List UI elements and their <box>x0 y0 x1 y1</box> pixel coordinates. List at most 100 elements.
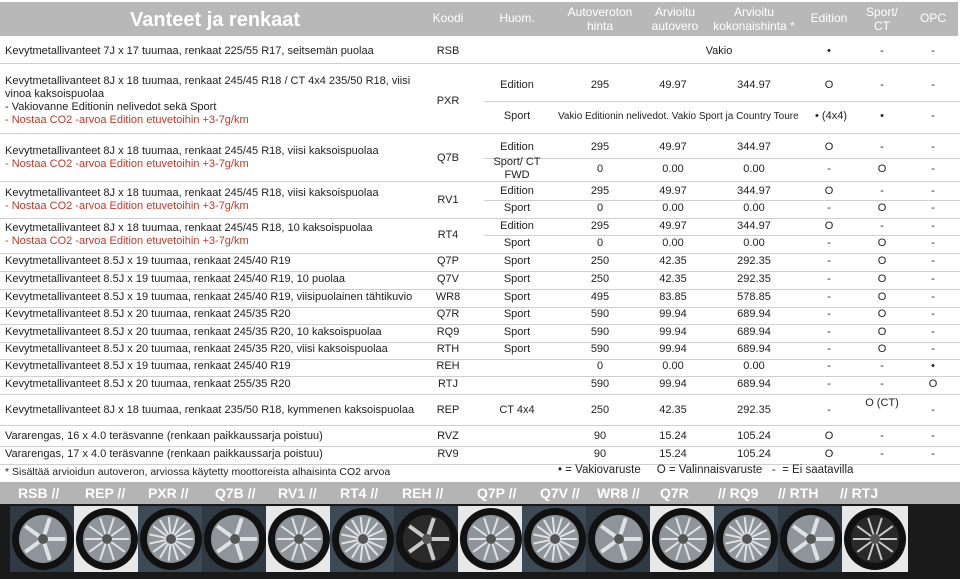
row-opc: - <box>931 255 935 267</box>
wheel-image <box>714 506 780 572</box>
sub-divider <box>484 158 960 159</box>
wheel-image <box>522 506 588 572</box>
wheel-code-label: // RTH <box>778 485 819 501</box>
col-sport: Sport/ CT <box>865 5 898 33</box>
row-sp: - <box>880 185 884 197</box>
row-ed: - <box>827 326 831 338</box>
row-sp: O <box>877 326 887 338</box>
row-code: Q7P <box>436 255 459 267</box>
row-opc: - <box>931 220 935 232</box>
wheel-code-label: REH // <box>402 485 444 501</box>
row-tax: 99.94 <box>659 378 687 390</box>
row-sp: - <box>880 79 884 91</box>
row-total: 578.85 <box>737 291 771 303</box>
wheel-image <box>202 506 268 572</box>
row-divider <box>0 63 960 64</box>
row-total: 689.94 <box>737 378 771 390</box>
row-description: Kevytmetallivanteet 8.5J x 20 tuumaa, re… <box>5 308 291 320</box>
row-ed: - <box>827 308 831 320</box>
row-code: RT4 <box>437 228 459 241</box>
row-ed: O <box>824 430 834 442</box>
row-price: Vakio Editionin nelivedot. Vakio Sport j… <box>558 111 798 122</box>
row-price: 250 <box>590 255 610 267</box>
row-divider <box>0 181 960 182</box>
row-sp: O <box>877 291 887 303</box>
row-divider <box>0 289 960 290</box>
row-price: 590 <box>590 308 610 320</box>
wheel-image <box>138 506 204 572</box>
row-divider <box>0 271 960 272</box>
wheel-code-label: WR8 // <box>597 485 640 501</box>
row-description: - Vakiovanne Editionin nelivedot sekä Sp… <box>5 101 217 113</box>
row-tax: 49.97 <box>659 79 687 91</box>
row-description: Kevytmetallivanteet 8.5J x 20 tuumaa, re… <box>5 378 291 390</box>
row-description: Kevytmetallivanteet 8J x 18 tuumaa, renk… <box>5 145 379 157</box>
col-huom: Huom. <box>499 11 535 25</box>
row-note: Edition <box>500 220 534 232</box>
row-description: Kevytmetallivanteet 8J x 18 tuumaa, renk… <box>5 403 415 416</box>
row-divider <box>0 324 960 325</box>
row-price: 590 <box>590 378 610 390</box>
row-tax: 42.35 <box>659 255 687 267</box>
wheel-image <box>650 506 716 572</box>
row-opc: - <box>931 237 935 249</box>
row-total: 689.94 <box>737 343 771 355</box>
footnote: * Sisältää arvioidun autoveron, arviossa… <box>5 466 391 478</box>
row-code: Q7B <box>436 151 459 164</box>
row-ed: - <box>827 255 831 267</box>
row-opc: - <box>931 79 935 91</box>
row-opc: - <box>931 403 935 416</box>
row-price: 295 <box>590 220 610 232</box>
row-total: 0.00 <box>743 202 765 214</box>
wheel-code-label: Q7R <box>660 485 689 501</box>
row-ed: - <box>827 378 831 390</box>
row-description: Vararengas, 16 x 4.0 teräsvanne (renkaan… <box>5 430 323 442</box>
row-sp: - <box>880 430 884 442</box>
row-sp: O <box>877 273 887 285</box>
row-divider <box>0 446 960 447</box>
row-code: Q7R <box>436 308 460 320</box>
row-divider <box>0 376 960 377</box>
row-tax: 99.94 <box>659 308 687 320</box>
wheel-code-label: RT4 // <box>340 485 379 501</box>
row-total: 292.35 <box>737 403 771 416</box>
row-description: Kevytmetallivanteet 8.5J x 20 tuumaa, re… <box>5 326 382 338</box>
co2-note: - Nostaa CO2 -arvoa Edition etuvetoihin … <box>5 200 249 212</box>
row-total: 0.00 <box>743 237 765 249</box>
row-total: 344.97 <box>737 140 771 153</box>
row-total: 344.97 <box>737 220 771 232</box>
row-sp: O <box>877 308 887 320</box>
row-note: Sport <box>503 326 531 338</box>
col-tax: Arvioitu autovero <box>651 5 699 33</box>
col-opc: OPC <box>919 11 946 25</box>
row-opc: - <box>931 44 935 57</box>
sub-divider <box>484 200 960 201</box>
row-tax: 99.94 <box>659 343 687 355</box>
sub-divider <box>484 235 960 236</box>
co2-note: - Nostaa CO2 -arvoa Edition etuvetoihin … <box>5 114 249 126</box>
wheel-code-label: RSB // <box>18 485 60 501</box>
row-price: 0 <box>596 360 604 372</box>
row-code: WR8 <box>435 291 461 303</box>
wheel-image <box>74 506 140 572</box>
row-sp: - <box>880 220 884 232</box>
row-total: 344.97 <box>737 185 771 197</box>
row-sp: - <box>880 360 884 372</box>
row-note: Sport <box>503 255 531 267</box>
row-price: 0 <box>596 202 604 214</box>
row-price: 495 <box>590 291 610 303</box>
row-tax: 0.00 <box>662 202 684 214</box>
row-tax: 42.35 <box>659 273 687 285</box>
row-ed: - <box>827 343 831 355</box>
row-sp: - <box>880 44 884 57</box>
row-description: vinoa kaksoispuolaa <box>5 88 105 100</box>
row-ed: O <box>824 185 834 197</box>
row-opc: - <box>931 110 935 122</box>
row-tax: 49.97 <box>659 140 687 153</box>
row-opc: O <box>928 378 938 390</box>
row-description: Kevytmetallivanteet 7J x 17 tuumaa, renk… <box>5 44 374 57</box>
wheel-image <box>330 506 396 572</box>
row-price: 0 <box>596 162 604 175</box>
row-opc: - <box>931 273 935 285</box>
row-price: 295 <box>590 140 610 153</box>
